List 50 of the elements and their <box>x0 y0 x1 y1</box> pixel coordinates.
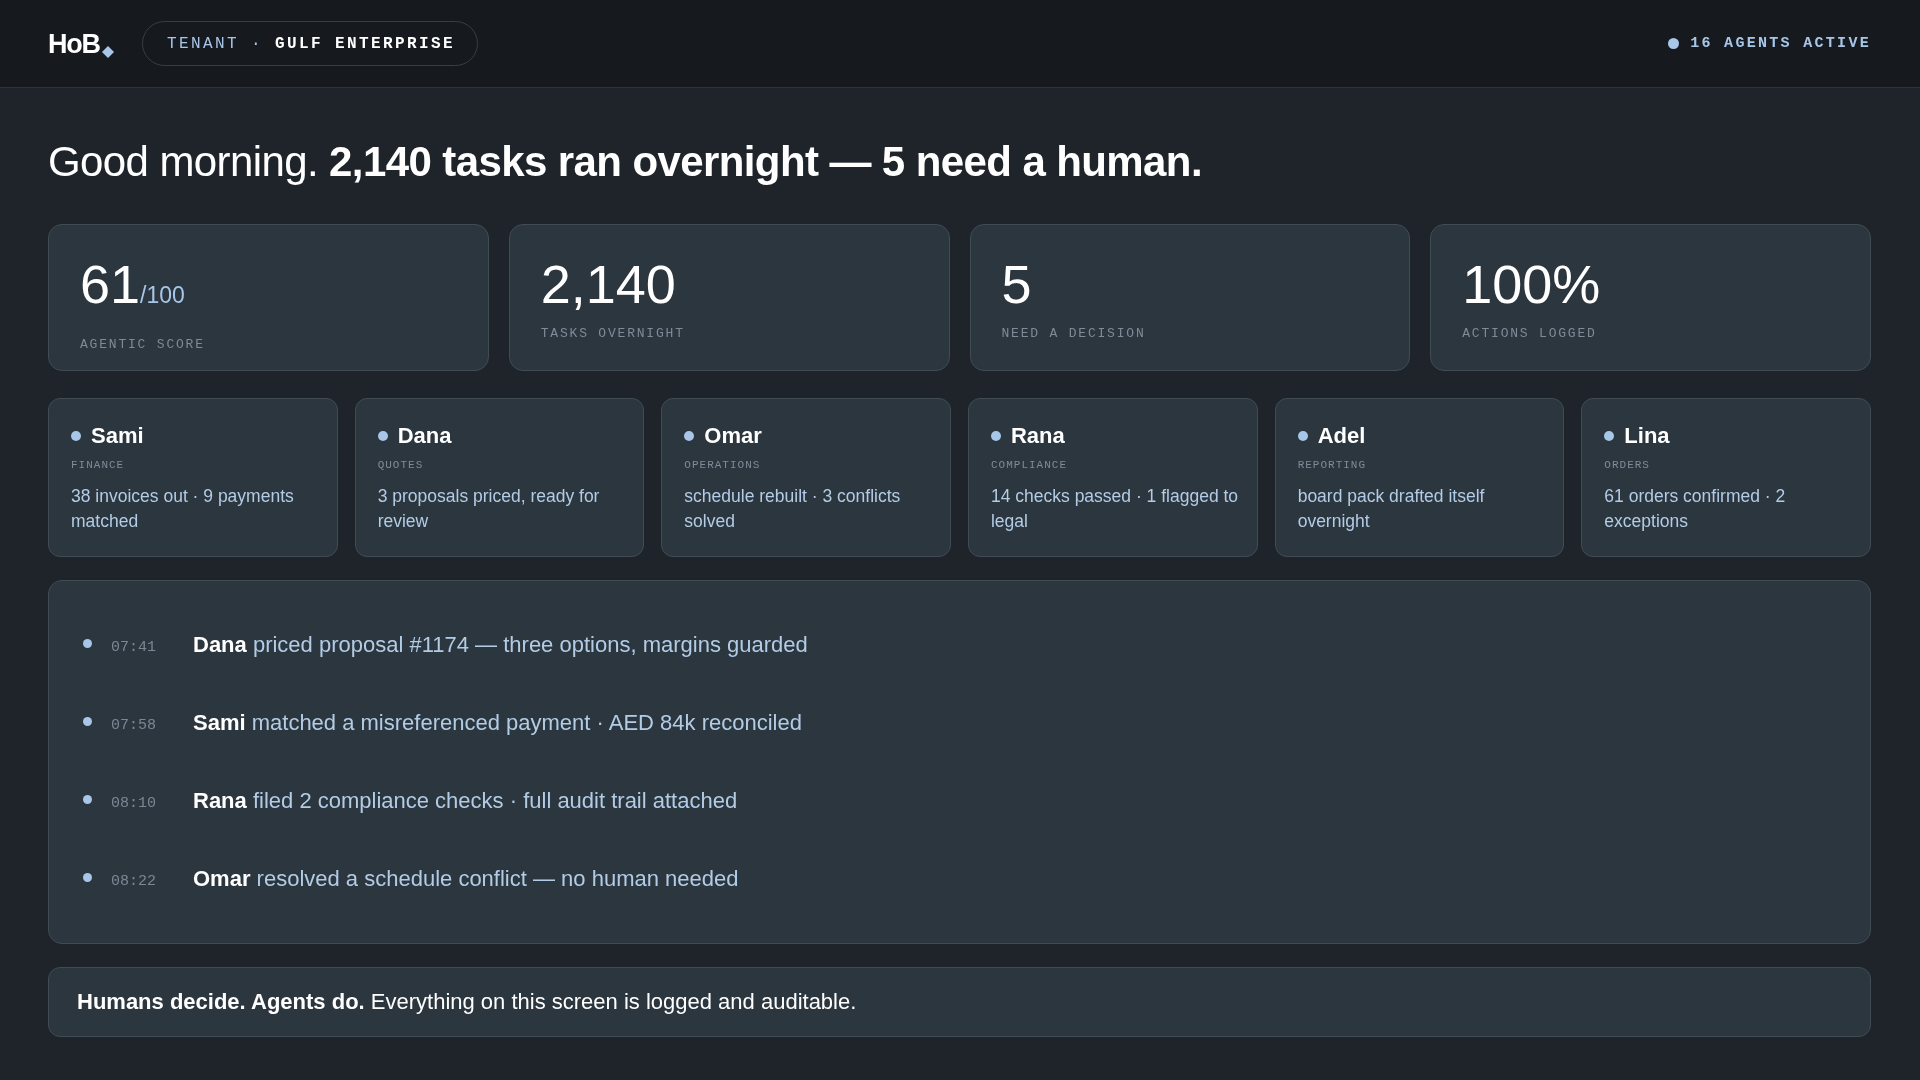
agent-role: REPORTING <box>1297 458 1368 472</box>
agent-role: COMPLIANCE <box>991 458 1068 472</box>
stat-label: NEED A DECISION <box>1001 326 1147 342</box>
status-dot-icon <box>1297 431 1308 441</box>
agent-role: FINANCE <box>71 458 126 472</box>
stat-value: 2,140 <box>540 256 677 312</box>
status-dot-icon <box>991 431 1001 441</box>
agent-summary: schedule rebuilt · 3 conflicts solved <box>684 485 902 533</box>
status-dot-icon <box>377 431 388 441</box>
agent-role: OPERATIONS <box>684 458 762 472</box>
agent-summary: 14 checks passed · 1 flagged to legal <box>991 485 1240 533</box>
agent-summary: 38 invoices out · 9 payments matched <box>71 485 295 533</box>
stat-label: AGENTIC SCORE <box>80 337 206 353</box>
timeline-dot-icon <box>83 717 92 726</box>
agent-name: Omar <box>704 422 762 450</box>
timeline-dot-icon <box>83 639 92 648</box>
agents-active-status: 16 AGENTS ACTIVE <box>1690 35 1871 52</box>
stat-label: TASKS OVERNIGHT <box>540 326 686 342</box>
agent-summary: 61 orders confirmed · 2 exceptions <box>1604 485 1787 533</box>
activity-text: Dana priced proposal #1174 — three options, margins guarded <box>193 632 808 658</box>
status-dot-icon <box>1604 431 1615 441</box>
stat-value: 5 <box>1001 256 1033 312</box>
timeline-dot-icon <box>83 795 92 804</box>
agent-name: Dana <box>397 422 452 450</box>
activity-time: 08:22 <box>111 871 157 890</box>
status-dot-icon <box>684 431 695 441</box>
activity-time: 07:58 <box>111 715 157 734</box>
stat-label: ACTIONS LOGGED <box>1462 326 1598 342</box>
timeline-dot-icon <box>83 873 92 882</box>
footer-text: Humans decide. Agents do. Everything on this screen is logged and auditable. <box>77 989 857 1015</box>
logo-text: HoB <box>48 28 100 59</box>
agent-name: Adel <box>1317 422 1366 450</box>
status-dot-icon <box>1668 38 1680 49</box>
status-dot-icon <box>71 431 81 441</box>
activity-text: Omar resolved a schedule conflict — no human needed <box>193 866 739 892</box>
agent-name: Lina <box>1624 422 1670 450</box>
activity-text: Sami matched a misreferenced payment · AED 84k reconciled <box>193 710 802 736</box>
activity-time: 07:41 <box>111 637 157 656</box>
agent-summary: board pack drafted itself overnight <box>1297 485 1486 533</box>
agent-summary: 3 proposals priced, ready for review <box>377 485 601 533</box>
greeting-heading: Good morning. 2,140 tasks ran overnight — 5 need a human. <box>48 137 1203 187</box>
activity-text: Rana filed 2 compliance checks · full audit trail attached <box>193 788 738 814</box>
stat-value: 100% <box>1462 256 1602 312</box>
stat-value: 61/100 <box>80 256 186 316</box>
agent-role: ORDERS <box>1604 458 1651 472</box>
agent-name: Sami <box>91 422 144 450</box>
agent-name: Rana <box>1011 422 1065 450</box>
activity-time: 08:10 <box>111 793 157 812</box>
agent-role: QUOTES <box>377 458 425 472</box>
diamond-icon <box>101 45 114 58</box>
